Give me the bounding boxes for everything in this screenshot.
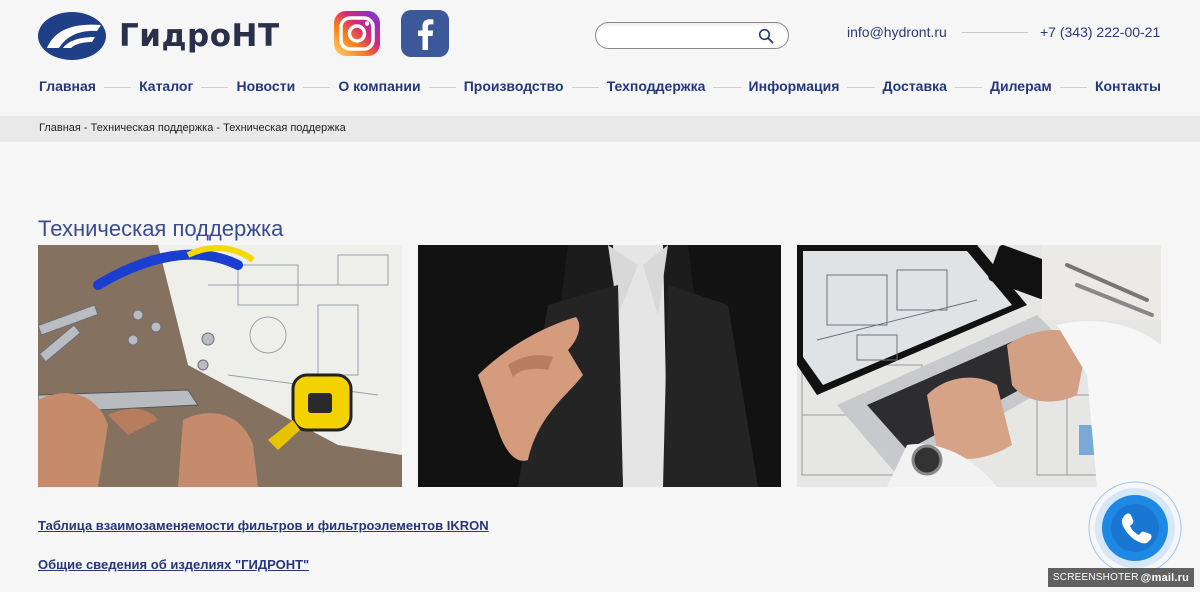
instagram-icon — [334, 11, 380, 56]
nav-divider — [954, 86, 983, 88]
nav-item-home[interactable]: Главная — [39, 78, 96, 94]
logo[interactable]: ГидроНТ — [37, 10, 279, 62]
laptop-and-plans-image — [797, 245, 1161, 487]
nav-divider — [428, 86, 456, 88]
contact-divider — [962, 32, 1028, 33]
phone-icon — [1088, 481, 1182, 575]
breadcrumb-item-home[interactable]: Главная — [39, 122, 81, 134]
breadcrumb-bar: Главная - Техническая поддержка - Технич… — [0, 116, 1200, 142]
screenshoter-watermark: SCREENSHOTER @mail.ru — [1048, 568, 1194, 587]
page-title: Техническая поддержка — [38, 216, 284, 241]
watermark-prefix: SCREENSHOTER — [1052, 572, 1139, 583]
main-nav: Главная Каталог Новости О компании Произ… — [39, 76, 1161, 96]
nav-item-catalog[interactable]: Каталог — [139, 78, 193, 94]
facebook-icon — [418, 19, 434, 50]
nav-divider — [303, 86, 331, 88]
nav-item-delivery[interactable]: Доставка — [883, 78, 947, 94]
nav-item-contacts[interactable]: Контакты — [1095, 78, 1161, 94]
tools-and-drawings-image — [38, 245, 402, 487]
search-box — [595, 22, 789, 49]
link-general-info[interactable]: Общие сведения об изделиях "ГИДРОНТ" — [38, 557, 309, 572]
nav-item-about[interactable]: О компании — [338, 78, 420, 94]
nav-divider — [103, 86, 132, 88]
image-tile-handshake[interactable] — [418, 245, 782, 487]
breadcrumb-item-current: Техническая поддержка — [223, 122, 346, 134]
nav-divider — [713, 86, 741, 88]
search-icon[interactable] — [758, 28, 774, 44]
image-tile-tools[interactable] — [38, 245, 402, 487]
image-tile-laptop[interactable] — [797, 245, 1161, 487]
nav-divider — [571, 86, 599, 88]
link-ikron-filter-table[interactable]: Таблица взаимозаменяемости фильтров и фи… — [38, 518, 489, 533]
breadcrumb-item-support[interactable]: Техническая поддержка — [91, 122, 214, 134]
nav-item-news[interactable]: Новости — [236, 78, 295, 94]
nav-item-support[interactable]: Техподдержка — [607, 78, 706, 94]
header: ГидроНТ info@hydront.ru +7 (343) 222-00-… — [0, 0, 1200, 116]
breadcrumb: Главная - Техническая поддержка - Технич… — [39, 122, 346, 134]
brand-name: ГидроНТ — [119, 18, 280, 54]
watermark-suffix: @mail.ru — [1140, 571, 1190, 584]
breadcrumb-separator: - — [80, 122, 91, 134]
instagram-link[interactable] — [333, 10, 381, 57]
nav-item-production[interactable]: Производство — [464, 78, 564, 94]
logo-mark-icon — [37, 11, 107, 61]
breadcrumb-separator: - — [213, 122, 224, 134]
nav-item-dealers[interactable]: Дилерам — [990, 78, 1052, 94]
facebook-link[interactable] — [401, 10, 449, 57]
nav-divider — [1059, 86, 1087, 88]
contact-phone[interactable]: +7 (343) 222-00-21 — [1040, 24, 1160, 40]
handshake-image — [418, 245, 781, 487]
callback-widget[interactable] — [1087, 480, 1183, 576]
contact-email[interactable]: info@hydront.ru — [847, 24, 947, 40]
nav-divider — [201, 86, 229, 88]
nav-divider — [847, 86, 875, 88]
nav-item-information[interactable]: Информация — [749, 78, 840, 94]
search-input[interactable] — [608, 26, 748, 45]
